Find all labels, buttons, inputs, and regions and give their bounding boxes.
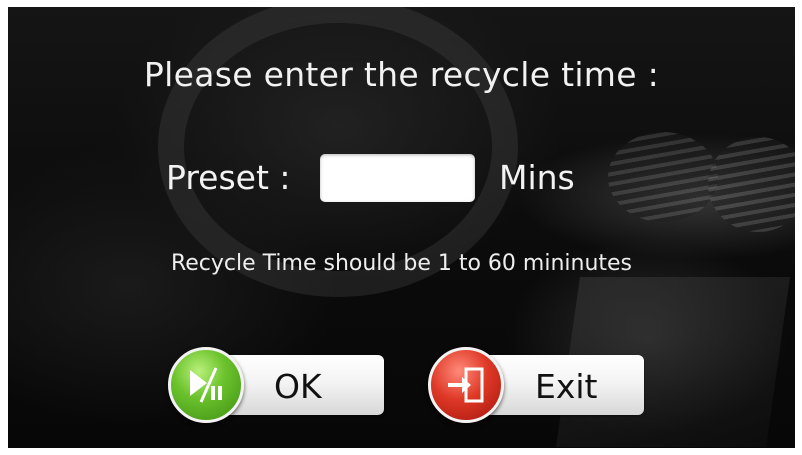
ok-button-label: OK (274, 367, 322, 406)
ok-button[interactable]: OK (168, 347, 384, 423)
exit-door-icon[interactable] (428, 347, 504, 423)
dialog-title: Please enter the recycle time : (143, 55, 660, 94)
recycle-time-input[interactable] (320, 154, 475, 202)
recycle-time-dialog: Please enter the recycle time : Preset :… (8, 7, 795, 448)
range-hint: Recycle Time should be 1 to 60 mininutes (170, 251, 633, 276)
preset-row: Preset : Mins (8, 152, 795, 204)
exit-button[interactable]: Exit (428, 347, 644, 423)
unit-label: Mins (499, 158, 575, 197)
preset-label: Preset : (166, 158, 291, 197)
exit-button-label: Exit (535, 367, 598, 406)
play-pause-icon[interactable] (168, 347, 244, 423)
